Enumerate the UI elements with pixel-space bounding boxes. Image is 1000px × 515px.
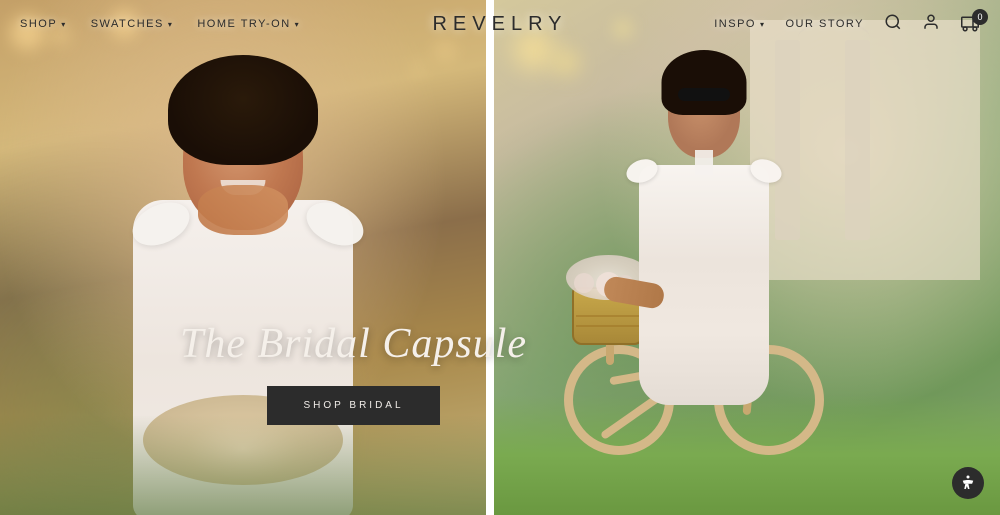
nav-label-shop: SHOP <box>20 18 57 30</box>
hero-text-overlay: The Bridal Capsule SHOP BRIDAL <box>180 320 527 425</box>
nav-item-inspo[interactable]: INSPO ▾ <box>714 18 765 30</box>
cart-button[interactable]: 0 <box>960 15 980 33</box>
header: SHOP ▾ SWATCHES ▾ HOME TRY-ON ▾ REVELRY … <box>0 0 1000 48</box>
chevron-down-icon: ▾ <box>168 20 174 29</box>
chevron-down-icon: ▾ <box>61 20 67 29</box>
nav-item-swatches[interactable]: SWATCHES ▾ <box>91 18 174 30</box>
hero-image-left <box>0 0 486 515</box>
hero-title: The Bridal Capsule <box>180 320 527 368</box>
nav-label-swatches: SWATCHES <box>91 18 164 30</box>
nav-right: INSPO ▾ OUR STORY 0 <box>714 13 980 36</box>
shop-bridal-button[interactable]: SHOP BRIDAL <box>267 386 439 425</box>
hero-image-gap <box>486 0 494 515</box>
nav-label-our-story: OUR STORY <box>786 18 865 30</box>
site-logo[interactable]: REVELRY <box>432 13 567 36</box>
nav-label-home-try-on: HOME TRY-ON <box>197 18 290 30</box>
nav-item-shop[interactable]: SHOP ▾ <box>20 18 67 30</box>
nav-left: SHOP ▾ SWATCHES ▾ HOME TRY-ON ▾ <box>20 18 300 30</box>
accessibility-button[interactable] <box>952 467 984 499</box>
chevron-down-icon: ▾ <box>295 20 301 29</box>
cart-count: 0 <box>972 9 988 25</box>
search-button[interactable] <box>884 13 902 36</box>
nav-item-home-try-on[interactable]: HOME TRY-ON ▾ <box>197 18 300 30</box>
nav-label-inspo: INSPO <box>714 18 756 30</box>
hero-image-right <box>494 0 1000 515</box>
nav-item-our-story[interactable]: OUR STORY <box>786 18 865 30</box>
account-button[interactable] <box>922 13 940 36</box>
chevron-down-icon: ▾ <box>760 20 766 29</box>
hero-section: The Bridal Capsule SHOP BRIDAL <box>0 0 1000 515</box>
